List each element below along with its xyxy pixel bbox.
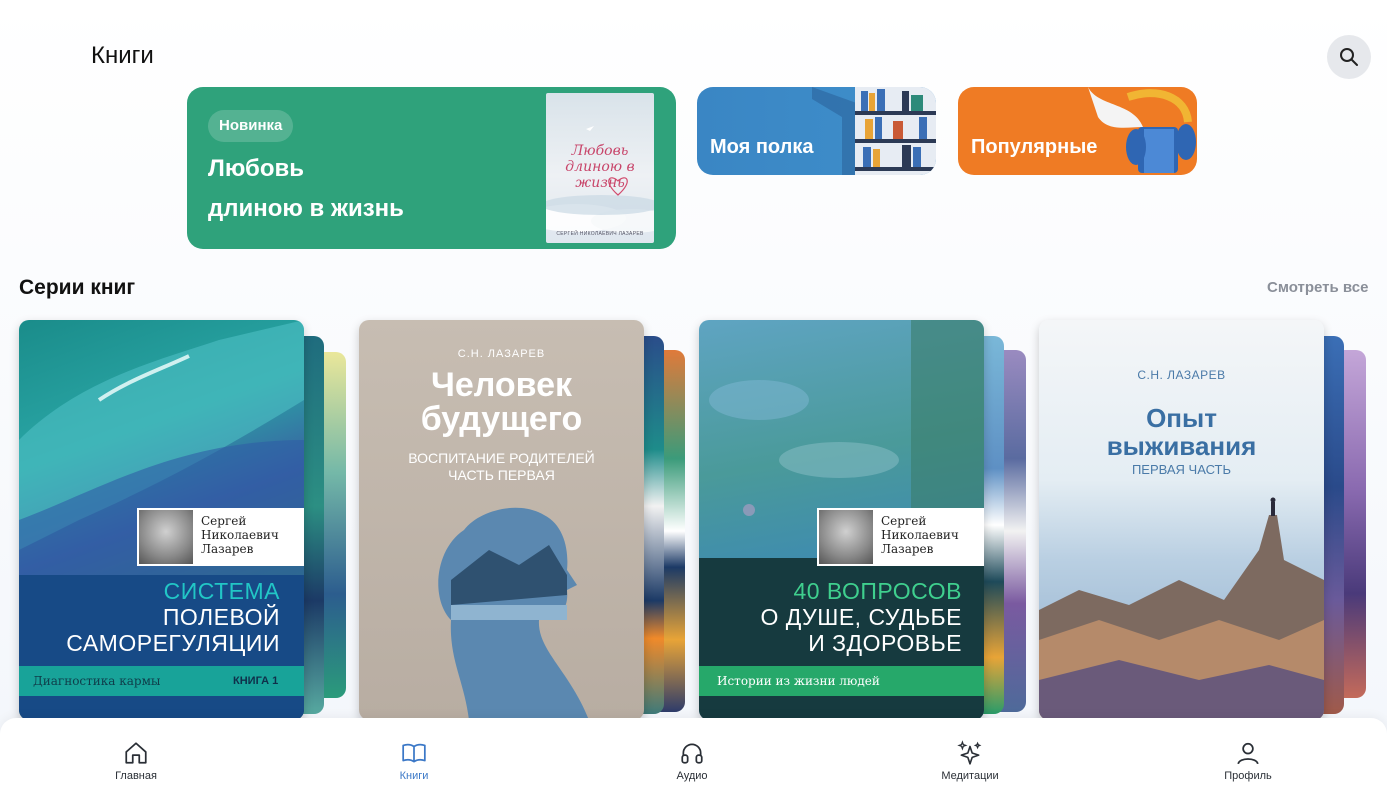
book-cover[interactable]: Сергей Николаевич Лазарев СИСТЕМА ПОЛЕВО… — [19, 320, 304, 720]
nav-profile[interactable]: Профиль — [1188, 740, 1308, 782]
my-shelf-label: Моя полка — [710, 136, 814, 158]
headphones-book-icon — [1088, 87, 1196, 173]
see-all-link[interactable]: Смотреть все — [1267, 279, 1368, 296]
book-author: С.Н. ЛАЗАРЕВ — [1137, 368, 1226, 382]
book-title-line: Человек — [430, 366, 573, 404]
author-box: Сергей Николаевич Лазарев — [137, 508, 304, 566]
search-icon — [1340, 48, 1358, 66]
author-name: Сергей Николаевич Лазарев — [881, 514, 959, 556]
author-name-line: Лазарев — [881, 542, 934, 556]
book-cover[interactable]: С.Н. ЛАЗАРЕВ Человек будущего ВОСПИТАНИЕ… — [359, 320, 644, 720]
book-title-line: И ЗДОРОВЬЕ — [808, 630, 962, 656]
book-subtitle: ВОСПИТАНИЕ РОДИТЕЛЕЙ ЧАСТЬ ПЕРВАЯ — [359, 450, 644, 484]
banner-title-line-2: длиною в жизнь — [208, 195, 404, 222]
nav-books[interactable]: Книги — [354, 740, 474, 782]
user-icon — [1237, 742, 1259, 765]
banner-book-cover: Любовь длиною в жизнь СЕРГЕЙ НИКОЛАЕВИЧ … — [546, 93, 654, 243]
home-icon — [125, 742, 147, 764]
banner-title: Любовь длиною в жизнь — [208, 149, 528, 229]
nav-meditations[interactable]: Медитации — [910, 740, 1030, 782]
popular-tile[interactable]: Популярные — [958, 87, 1197, 175]
author-name-line: Николаевич — [201, 528, 279, 542]
bottom-navigation: Главная Книги Аудио Медитации Профиль — [0, 718, 1387, 800]
book-subtitle: ПЕРВАЯ ЧАСТЬ — [1131, 462, 1232, 477]
book-author: С.Н. ЛАЗАРЕВ — [457, 348, 546, 360]
my-shelf-tile[interactable]: Моя полка — [697, 87, 936, 175]
series-card[interactable]: Сергей Николаевич Лазарев СИСТЕМА ПОЛЕВО… — [19, 320, 349, 720]
book-volume: КНИГА 1 — [233, 675, 279, 687]
author-box: Сергей Николаевич Лазарев — [817, 508, 984, 566]
book-title: 40 ВОПРОСОВ О ДУШЕ, СУДЬБЕ И ЗДОРОВЬЕ — [761, 578, 962, 656]
author-photo — [819, 510, 873, 564]
book-title: Человек будущего — [359, 368, 644, 436]
book-subtitle: Диагностика кармы — [33, 674, 161, 688]
headphones-icon — [681, 743, 703, 764]
sparkles-icon — [957, 740, 982, 765]
nav-meditations-label: Медитации — [941, 770, 999, 782]
book-subtitle-line: ВОСПИТАНИЕ РОДИТЕЛЕЙ — [408, 450, 595, 466]
nav-audio[interactable]: Аудио — [632, 740, 752, 782]
nav-home[interactable]: Главная — [76, 740, 196, 782]
book-title-line: будущего — [420, 400, 583, 438]
book-subtitle-line: ЧАСТЬ ПЕРВАЯ — [448, 467, 555, 483]
nav-home-label: Главная — [115, 770, 157, 782]
book-title-line: СИСТЕМА — [163, 578, 280, 604]
book-cover[interactable]: Сергей Николаевич Лазарев 40 ВОПРОСОВ О … — [699, 320, 984, 720]
book-title-line: Опыт — [1146, 403, 1217, 433]
book-icon — [402, 743, 426, 763]
book-title: Опыт выживания — [1039, 404, 1324, 460]
nav-audio-label: Аудио — [676, 770, 708, 782]
new-book-banner[interactable]: Новинка Любовь длиною в жизнь Любовь дли… — [187, 87, 676, 249]
search-button[interactable] — [1327, 35, 1371, 79]
banner-title-line-1: Любовь — [208, 155, 305, 182]
bookshelf-icon — [812, 87, 936, 175]
author-name-line: Лазарев — [201, 542, 254, 556]
book-cover[interactable]: С.Н. ЛАЗАРЕВ Опыт выживания ПЕРВАЯ ЧАСТЬ — [1039, 320, 1324, 720]
cover-title: Любовь длиною в жизнь — [565, 143, 635, 191]
cover-author: СЕРГЕЙ НИКОЛАЕВИЧ ЛАЗАРЕВ — [556, 231, 644, 237]
series-section-title: Серии книг — [19, 276, 136, 299]
book-title-line: О ДУШЕ, СУДЬБЕ — [760, 604, 962, 630]
series-card[interactable]: С.Н. ЛАЗАРЕВ Человек будущего ВОСПИТАНИЕ… — [359, 320, 689, 720]
popular-label: Популярные — [971, 136, 1098, 158]
series-card[interactable]: Сергей Николаевич Лазарев 40 ВОПРОСОВ О … — [699, 320, 1029, 720]
book-title-line: выживания — [1106, 431, 1257, 461]
author-name-line: Сергей — [201, 514, 247, 528]
book-subtitle: Истории из жизни людей — [717, 674, 880, 688]
new-badge: Новинка — [208, 110, 294, 142]
page-title: Книги — [91, 42, 154, 69]
book-title-line: ПОЛЕВОЙ — [162, 604, 280, 630]
author-name-line: Николаевич — [881, 528, 959, 542]
nav-books-label: Книги — [399, 770, 429, 782]
book-title: СИСТЕМА ПОЛЕВОЙ САМОРЕГУЛЯЦИИ — [66, 578, 280, 656]
author-name-line: Сергей — [881, 514, 927, 528]
series-card[interactable]: С.Н. ЛАЗАРЕВ Опыт выживания ПЕРВАЯ ЧАСТЬ — [1039, 320, 1369, 720]
author-name: Сергей Николаевич Лазарев — [201, 514, 279, 556]
book-title-line: САМОРЕГУЛЯЦИИ — [66, 630, 280, 656]
book-title-line: 40 ВОПРОСОВ — [793, 578, 962, 604]
nav-profile-label: Профиль — [1224, 770, 1272, 782]
author-photo — [139, 510, 193, 564]
